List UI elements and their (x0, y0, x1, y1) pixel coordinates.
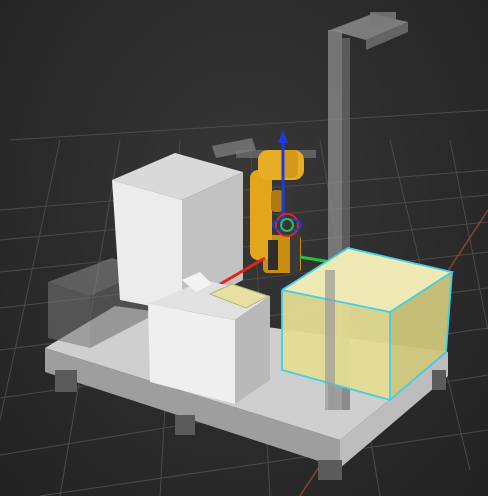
camera-stand-front-pole (325, 270, 335, 410)
scene-canvas[interactable] (0, 0, 488, 496)
3d-viewport[interactable] (0, 0, 488, 496)
